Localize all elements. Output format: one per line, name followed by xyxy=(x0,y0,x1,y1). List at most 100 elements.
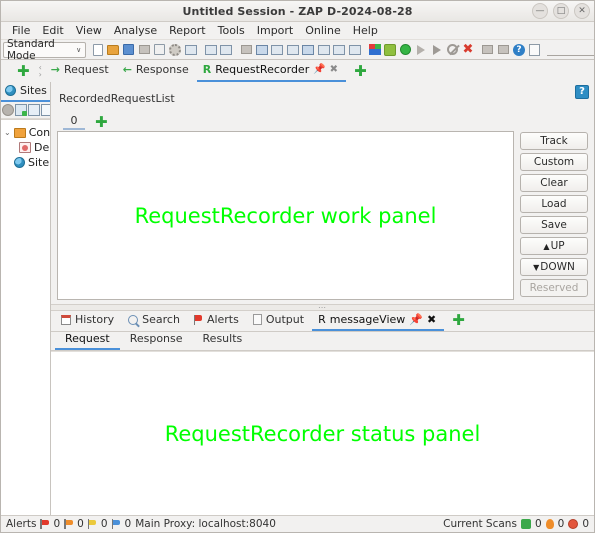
tab-request[interactable]: → Request xyxy=(45,61,117,82)
reserved-button: Reserved xyxy=(520,279,588,297)
bottom-tab-history[interactable]: History xyxy=(55,311,122,331)
menu-edit[interactable]: Edit xyxy=(36,23,69,38)
menu-view[interactable]: View xyxy=(70,23,108,38)
add-tab-left-button[interactable]: ✚ xyxy=(9,64,38,82)
up-button[interactable]: ▲ UP xyxy=(520,237,588,255)
recorded-request-list-label: RecordedRequestList xyxy=(59,92,175,105)
window-controls: — □ ✕ xyxy=(532,3,590,19)
close-all-icon[interactable]: ✖ xyxy=(461,41,476,58)
arrow-right-icon: → xyxy=(50,63,60,76)
toolbar-text-field[interactable] xyxy=(546,43,594,56)
bottom-tab-output[interactable]: Output xyxy=(247,311,312,331)
window-alt-icon[interactable] xyxy=(41,104,50,116)
layout-grid-icon[interactable] xyxy=(332,41,347,58)
tab-scroll-arrows[interactable]: ‹ › xyxy=(38,64,45,82)
scan-policy-icon[interactable] xyxy=(368,41,383,58)
add-bottom-tab-button[interactable]: ✚ xyxy=(444,313,473,331)
stop-icon[interactable] xyxy=(445,41,460,58)
sites-tree[interactable]: ⌄ Cont De Site xyxy=(1,119,50,515)
requestrecorder-status-panel[interactable]: RequestRecorder status panel xyxy=(51,351,594,515)
sites-sidebar: Sites ⌄ Cont De Si xyxy=(1,82,51,515)
layout-three-icon[interactable] xyxy=(301,41,316,58)
bottom-tab-search[interactable]: Search xyxy=(122,311,188,331)
open-session-icon[interactable] xyxy=(106,41,121,58)
pin-icon[interactable]: 📌 xyxy=(409,313,423,326)
add-tab-right-button[interactable]: ✚ xyxy=(346,64,375,82)
bottom-tab-alerts[interactable]: Alerts xyxy=(188,311,247,331)
tree-node-contexts-label: Cont xyxy=(28,126,50,139)
tab-requestrecorder[interactable]: R RequestRecorder 📌 ✖ xyxy=(196,61,347,82)
play-icon[interactable] xyxy=(430,41,445,58)
scan-count-spider: 0 xyxy=(534,518,542,530)
pin-icon[interactable]: 📌 xyxy=(313,64,325,75)
options-icon[interactable] xyxy=(168,41,183,58)
panel-splitter[interactable]: ⋯ xyxy=(51,303,594,311)
contract-layout-icon[interactable] xyxy=(219,41,234,58)
manage-addons-icon[interactable] xyxy=(183,41,198,58)
expand-layout-icon[interactable] xyxy=(203,41,218,58)
close-icon[interactable]: ✖ xyxy=(427,313,436,326)
bottom-tab-messageview-label: messageView xyxy=(329,313,406,326)
snapshot-icon[interactable] xyxy=(137,41,152,58)
layout-full-icon[interactable] xyxy=(239,41,254,58)
tree-node-default-context[interactable]: De xyxy=(3,140,50,155)
help-icon[interactable]: ? xyxy=(512,41,527,58)
close-button[interactable]: ✕ xyxy=(574,3,590,19)
menu-tools[interactable]: Tools xyxy=(212,23,251,38)
layout-split-icon[interactable] xyxy=(254,41,269,58)
sub-tab-results[interactable]: Results xyxy=(193,330,253,350)
layout-rows-icon[interactable] xyxy=(285,41,300,58)
requestrecorder-work-region: ? RecordedRequestList 0 ✚ RequestRecorde… xyxy=(51,82,594,304)
save-session-icon[interactable] xyxy=(121,41,136,58)
folder-icon xyxy=(13,127,26,138)
layout-bottom-icon[interactable] xyxy=(348,41,363,58)
menu-report[interactable]: Report xyxy=(163,23,211,38)
clear-button[interactable]: Clear xyxy=(520,174,588,192)
status-bar-left: Alerts 0 0 0 0 Main Proxy: localhost:804… xyxy=(6,518,276,530)
bottom-tab-messageview[interactable]: R messageView 📌 ✖ xyxy=(312,311,445,331)
alert-flag-info-icon xyxy=(111,519,121,529)
session-properties-icon[interactable] xyxy=(152,41,167,58)
alert-flag-low-icon xyxy=(87,519,97,529)
maximize-button[interactable]: □ xyxy=(553,3,569,19)
chevron-down-icon[interactable]: ⌄ xyxy=(4,128,11,137)
menu-help[interactable]: Help xyxy=(347,23,384,38)
track-button[interactable]: Track xyxy=(520,132,588,150)
record-icon[interactable] xyxy=(481,41,496,58)
add-recorded-request-button[interactable]: ✚ xyxy=(95,114,108,130)
new-session-icon[interactable] xyxy=(90,41,105,58)
help-icon[interactable]: ? xyxy=(575,85,589,99)
menu-analyse[interactable]: Analyse xyxy=(108,23,163,38)
menu-file[interactable]: File xyxy=(6,23,36,38)
output-icon xyxy=(252,314,262,325)
mode-select[interactable]: Standard Mode ∨ xyxy=(3,38,87,62)
tree-node-sites[interactable]: Site xyxy=(3,155,50,170)
custom-button[interactable]: Custom xyxy=(520,153,588,171)
tree-node-contexts[interactable]: ⌄ Cont xyxy=(3,125,50,140)
sidebar-tab-sites[interactable]: Sites xyxy=(1,82,50,102)
down-button[interactable]: ▼ DOWN xyxy=(520,258,588,276)
save-button[interactable]: Save xyxy=(520,216,588,234)
minimize-button[interactable]: — xyxy=(532,3,548,19)
sub-tab-response[interactable]: Response xyxy=(120,330,193,350)
window-icon[interactable] xyxy=(28,104,40,116)
screenshot-icon[interactable] xyxy=(496,41,511,58)
sub-tab-request[interactable]: Request xyxy=(55,330,120,350)
tree-node-default-context-label: De xyxy=(34,141,50,154)
menu-import[interactable]: Import xyxy=(251,23,300,38)
close-icon[interactable]: ✖ xyxy=(330,64,338,75)
tab-response[interactable]: ← Response xyxy=(117,61,197,82)
menu-online[interactable]: Online xyxy=(299,23,346,38)
active-scan-icon[interactable] xyxy=(399,41,414,58)
recorded-request-count[interactable]: 0 xyxy=(63,114,85,130)
ball-icon[interactable] xyxy=(2,104,14,116)
panel-icon[interactable] xyxy=(527,41,542,58)
layout-tabs-icon[interactable] xyxy=(270,41,285,58)
new-window-icon[interactable] xyxy=(15,104,27,116)
requestrecorder-work-panel[interactable]: RequestRecorder work panel xyxy=(57,131,514,300)
layout-cols-icon[interactable] xyxy=(317,41,332,58)
work-panel-text: RequestRecorder work panel xyxy=(134,203,437,228)
load-button[interactable]: Load xyxy=(520,195,588,213)
spider-icon[interactable] xyxy=(383,41,398,58)
resume-icon[interactable] xyxy=(414,41,429,58)
